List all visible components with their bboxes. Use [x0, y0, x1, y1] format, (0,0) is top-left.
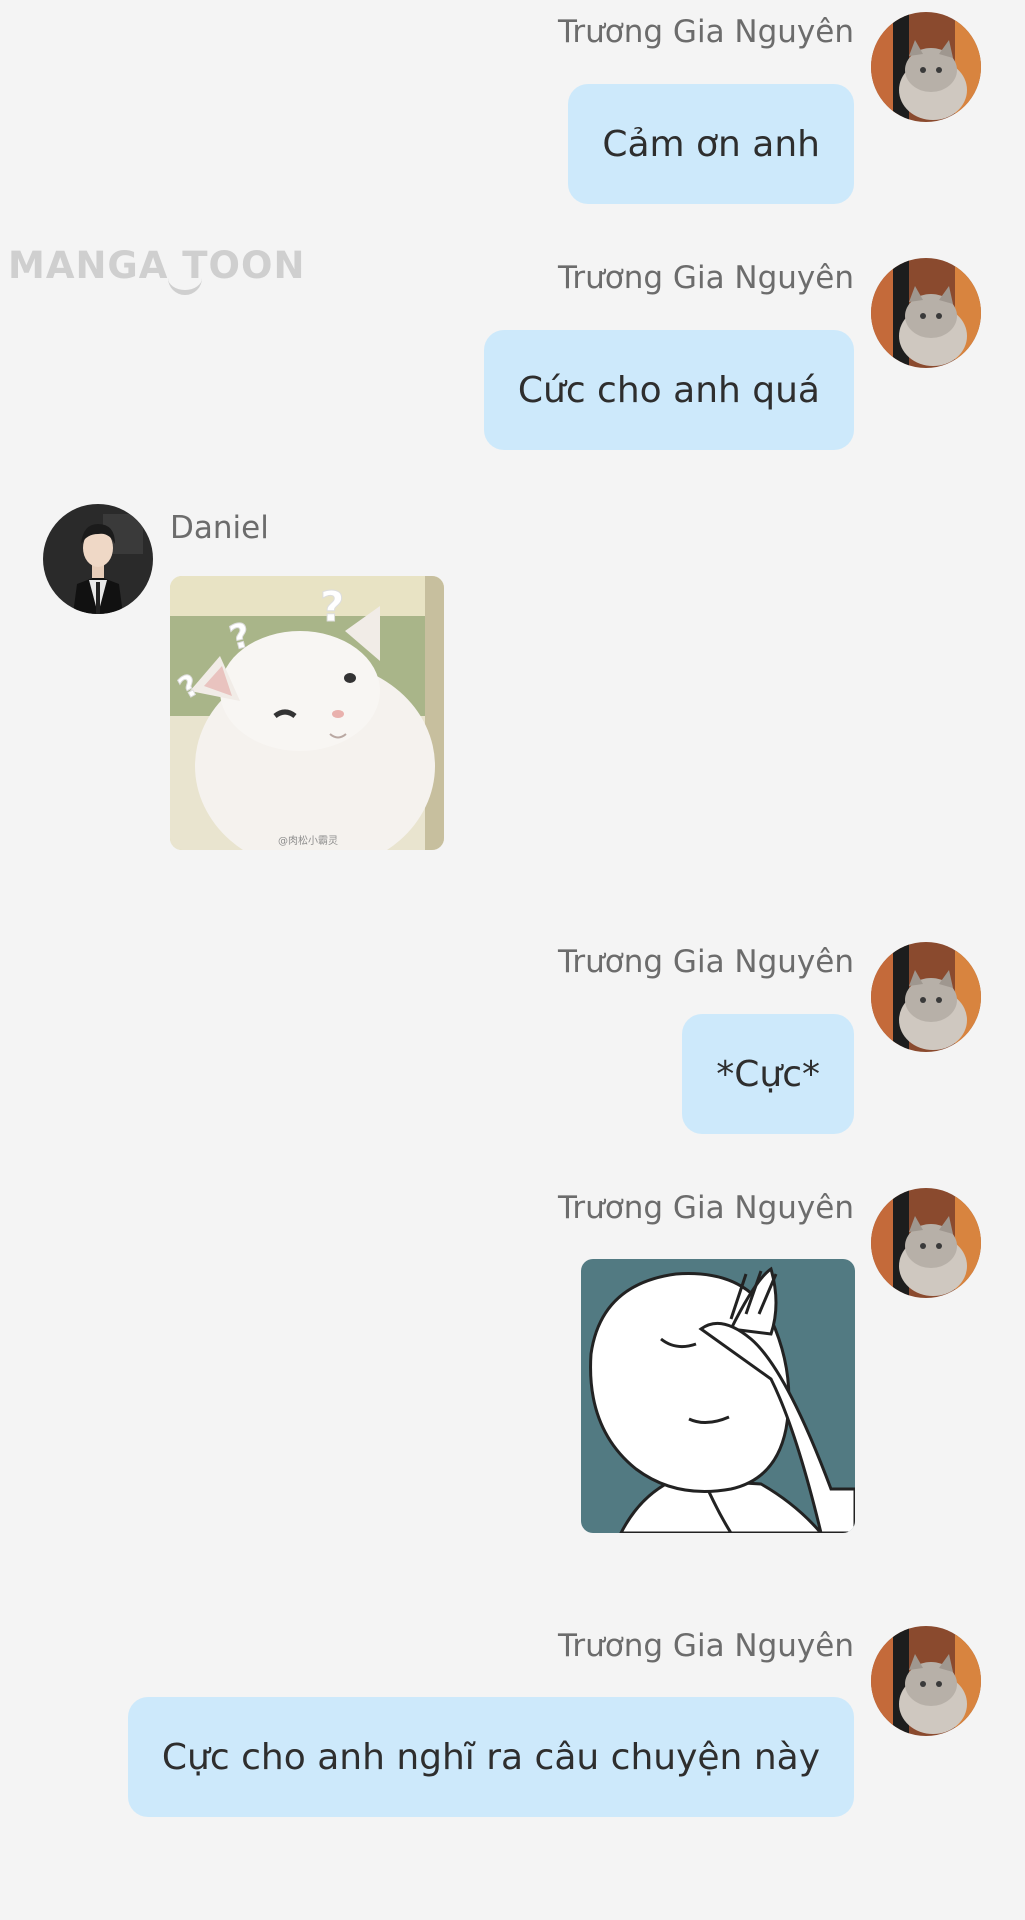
watermark-text: MANGA TOON — [8, 244, 306, 287]
sender-name: Trương Gia Nguyên — [558, 944, 854, 980]
avatar-cat[interactable] — [871, 258, 981, 368]
avatar-cat[interactable] — [871, 12, 981, 122]
svg-text:?: ? — [320, 582, 344, 631]
sender-name: Daniel — [170, 510, 269, 546]
message-bubble[interactable]: Cức cho anh quá — [483, 330, 854, 450]
sender-name: Trương Gia Nguyên — [558, 14, 854, 50]
confused-cat-sticker[interactable]: ? ? ? @肉松小霸灵 — [170, 576, 444, 850]
facepalm-sticker[interactable] — [581, 1259, 855, 1533]
message-text: Cực cho anh nghĩ ra câu chuyện này — [161, 1736, 820, 1778]
avatar-cat[interactable] — [871, 1626, 981, 1736]
sender-name: Trương Gia Nguyên — [558, 1190, 854, 1226]
sender-name: Trương Gia Nguyên — [558, 1628, 854, 1664]
message-bubble[interactable]: *Cực* — [682, 1014, 854, 1134]
message-text: Cảm ơn anh — [602, 123, 820, 165]
message-text: Cức cho anh quá — [517, 369, 820, 411]
message-bubble[interactable]: Cực cho anh nghĩ ra câu chuyện này — [127, 1697, 854, 1817]
avatar-cat[interactable] — [871, 942, 981, 1052]
message-bubble[interactable]: Cảm ơn anh — [568, 84, 854, 204]
sticker-caption: @肉松小霸灵 — [278, 834, 338, 847]
avatar-cat[interactable] — [871, 1188, 981, 1298]
avatar-daniel[interactable] — [43, 504, 153, 614]
message-text: *Cực* — [716, 1053, 820, 1095]
sender-name: Trương Gia Nguyên — [558, 260, 854, 296]
watermark-smile-icon — [168, 276, 202, 295]
